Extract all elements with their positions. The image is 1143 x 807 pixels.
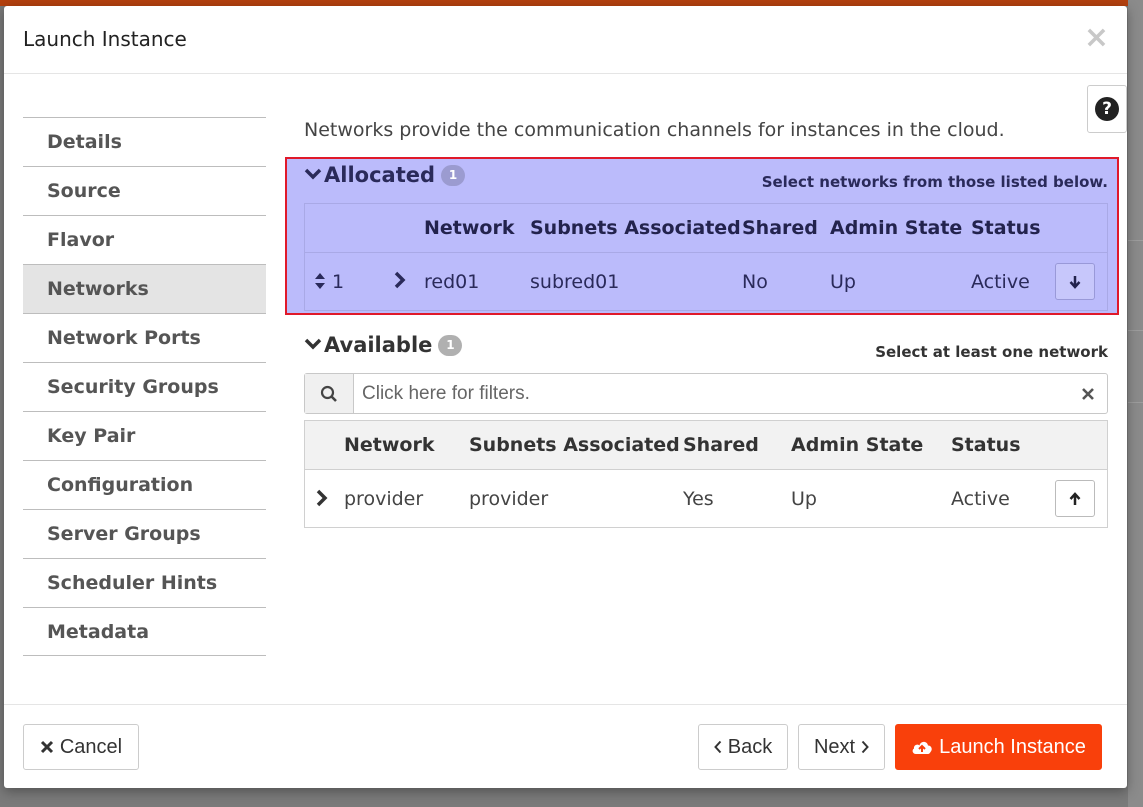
available-hint: Select at least one network <box>875 343 1108 361</box>
allocated-table: Network Subnets Associated Shared Admin … <box>304 203 1108 311</box>
table-row: 1 red01 subred01 No Up Active <box>305 253 1107 310</box>
cell-shared: No <box>742 270 768 293</box>
modal-footer: Cancel Back Next Launch Instance <box>4 704 1127 788</box>
col-shared[interactable]: Shared <box>742 217 818 239</box>
chevron-right-icon[interactable] <box>394 271 406 294</box>
allocated-hint: Select networks from those listed below. <box>761 173 1108 191</box>
cell-status: Active <box>971 270 1030 293</box>
close-icon[interactable]: × <box>1084 20 1109 55</box>
back-button[interactable]: Back <box>698 724 788 770</box>
cell-network: provider <box>344 487 424 510</box>
chevron-left-icon <box>713 740 722 754</box>
sidebar-item-network-ports[interactable]: Network Ports <box>23 313 266 362</box>
col-network[interactable]: Network <box>344 434 434 456</box>
launch-instance-button[interactable]: Launch Instance <box>895 724 1102 770</box>
available-title: Available <box>324 333 433 357</box>
allocated-header[interactable]: Allocated 1 <box>304 163 466 187</box>
col-network[interactable]: Network <box>424 217 514 239</box>
row-order: 1 <box>332 270 345 293</box>
col-admin-state[interactable]: Admin State <box>830 217 962 239</box>
modal-title: Launch Instance <box>23 27 187 51</box>
intro-text: Networks provide the communication chann… <box>304 119 1005 141</box>
filter-bar: Click here for filters. <box>304 373 1108 414</box>
sidebar-item-server-groups[interactable]: Server Groups <box>23 509 266 558</box>
sort-icon[interactable] <box>314 272 326 295</box>
background-page-edge <box>1128 0 1143 807</box>
wizard-sidebar: Details Source Flavor Networks Network P… <box>23 117 266 656</box>
col-status[interactable]: Status <box>971 217 1041 239</box>
table-header: Network Subnets Associated Shared Admin … <box>305 421 1107 470</box>
sidebar-item-flavor[interactable]: Flavor <box>23 215 266 264</box>
available-count-badge: 1 <box>438 334 463 356</box>
sidebar-item-security-groups[interactable]: Security Groups <box>23 362 266 411</box>
allocate-button[interactable] <box>1055 480 1095 517</box>
cell-status: Active <box>951 487 1010 510</box>
search-icon <box>305 374 354 413</box>
close-icon <box>40 740 53 754</box>
filter-input[interactable]: Click here for filters. <box>354 374 1069 413</box>
clear-icon[interactable] <box>1069 374 1107 413</box>
chevron-down-icon <box>304 335 324 356</box>
col-status[interactable]: Status <box>951 434 1021 456</box>
cancel-button[interactable]: Cancel <box>23 724 139 770</box>
table-row: provider provider Yes Up Active <box>305 470 1107 527</box>
chevron-right-icon <box>861 740 869 754</box>
sidebar-item-networks[interactable]: Networks <box>23 264 266 313</box>
cell-subnets: subred01 <box>530 270 620 293</box>
arrow-up-icon <box>1069 491 1081 505</box>
arrow-down-icon <box>1069 275 1081 289</box>
sidebar-item-details[interactable]: Details <box>23 117 266 166</box>
sidebar-item-configuration[interactable]: Configuration <box>23 460 266 509</box>
allocated-title: Allocated <box>324 163 436 187</box>
cell-shared: Yes <box>683 487 714 510</box>
cancel-label: Cancel <box>59 735 123 758</box>
launch-instance-modal: Launch Instance × ? Details Source Flavo… <box>4 6 1127 788</box>
available-header[interactable]: Available 1 <box>304 333 463 357</box>
launch-label: Launch Instance <box>939 735 1086 758</box>
cell-network: red01 <box>424 270 480 293</box>
sidebar-item-source[interactable]: Source <box>23 166 266 215</box>
col-subnets[interactable]: Subnets Associated <box>530 217 741 239</box>
chevron-right-icon[interactable] <box>316 489 328 512</box>
cell-subnets: provider <box>469 487 549 510</box>
available-table: Network Subnets Associated Shared Admin … <box>304 420 1108 528</box>
networks-panel: Networks provide the communication chann… <box>285 117 1119 528</box>
sidebar-item-scheduler-hints[interactable]: Scheduler Hints <box>23 558 266 607</box>
chevron-down-icon <box>304 165 324 186</box>
next-button[interactable]: Next <box>798 724 885 770</box>
cell-admin-state: Up <box>791 487 817 510</box>
deallocate-button[interactable] <box>1055 263 1095 300</box>
col-admin-state[interactable]: Admin State <box>791 434 923 456</box>
cloud-upload-icon <box>912 741 932 754</box>
modal-header: Launch Instance × <box>4 6 1127 74</box>
allocated-count-badge: 1 <box>441 164 466 186</box>
cell-admin-state: Up <box>830 270 856 293</box>
col-subnets[interactable]: Subnets Associated <box>469 434 680 456</box>
next-label: Next <box>813 735 856 758</box>
col-shared[interactable]: Shared <box>683 434 759 456</box>
sidebar-item-key-pair[interactable]: Key Pair <box>23 411 266 460</box>
back-label: Back <box>727 735 773 758</box>
table-header: Network Subnets Associated Shared Admin … <box>305 204 1107 253</box>
sidebar-item-metadata[interactable]: Metadata <box>23 607 266 656</box>
